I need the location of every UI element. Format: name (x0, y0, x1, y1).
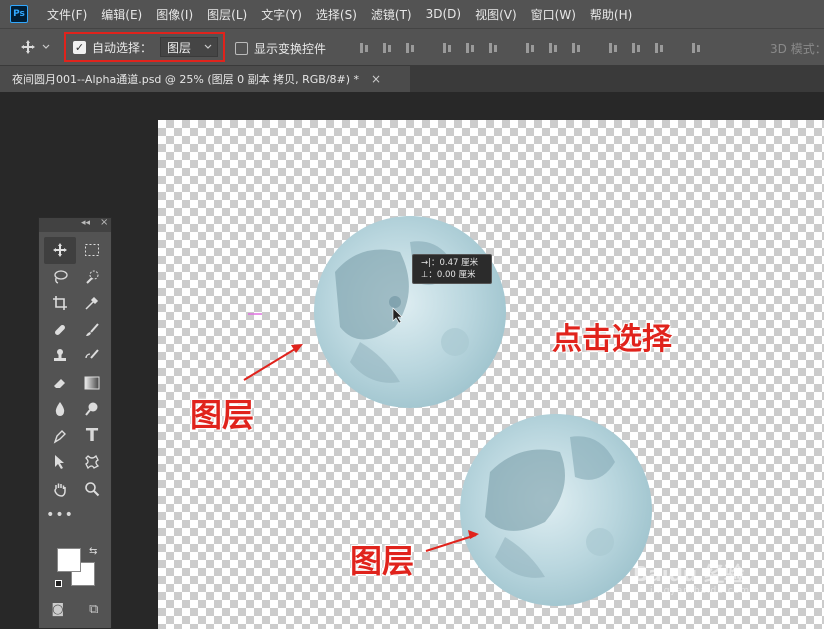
move-icon (21, 40, 35, 54)
distribute-vertical-center-icon[interactable] (547, 42, 559, 54)
moon-layer-2[interactable] (460, 414, 652, 606)
watermark: Baidu 经验 (633, 562, 745, 586)
move-info-tooltip: →|：0.47 厘米 ⊥：0.00 厘米 (412, 254, 492, 284)
align-bottom-icon[interactable] (404, 42, 416, 54)
auto-align-layers-icon[interactable] (690, 42, 702, 54)
dy-value: 0.00 厘米 (436, 270, 476, 280)
auto-select-checkbox[interactable]: ✓ (73, 40, 86, 54)
arrow-annotation-1 (243, 344, 303, 381)
menu-layer[interactable]: 图层(L) (200, 6, 254, 23)
align-distribute-group (358, 29, 713, 67)
distribute-top-icon[interactable] (524, 42, 536, 54)
document-tab-title: 夜间圆月001--Alpha通道.psd @ 25% (图层 0 副本 拷贝, … (12, 73, 360, 86)
show-transform-label: 显示变换控件 (254, 41, 327, 56)
workspace: ◂◂ × T ••• ⇆ ◙ ⧉ →|：0.47 厘米 ⊥：0.00 厘米 点击… (0, 92, 824, 629)
auto-select-label: 自动选择： (92, 40, 153, 55)
menu-bar: Ps 文件(F) 编辑(E) 图像(I) 图层(L) 文字(Y) 选择(S) 滤… (0, 0, 824, 28)
menu-view[interactable]: 视图(V) (468, 6, 524, 23)
options-bar: ✓ 自动选择： 图层 显示变换控件 3D 模式： (0, 28, 824, 66)
show-transform-controls: 显示变换控件 (235, 29, 326, 67)
menu-help[interactable]: 帮助(H) (583, 6, 639, 23)
dx-label: →|： (421, 258, 440, 268)
distribute-right-icon[interactable] (653, 42, 665, 54)
menu-image[interactable]: 图像(I) (149, 6, 200, 23)
align-top-icon[interactable] (358, 42, 370, 54)
click-select-annotation: 点击选择 (552, 322, 672, 357)
3d-mode-label: 3D 模式： (770, 41, 824, 56)
show-transform-checkbox[interactable] (235, 41, 248, 55)
menu-edit[interactable]: 编辑(E) (94, 6, 149, 23)
chevron-down-icon (204, 44, 212, 49)
align-horizontal-center-icon[interactable] (464, 42, 476, 54)
distribute-bottom-icon[interactable] (570, 42, 582, 54)
auto-select-target-dropdown[interactable]: 图层 (160, 37, 219, 57)
menu-window[interactable]: 窗口(W) (524, 6, 583, 23)
close-icon[interactable]: × (371, 72, 381, 86)
align-right-icon[interactable] (487, 42, 499, 54)
layer-annotation-1: 图层 (190, 396, 255, 434)
photoshop-logo: Ps (10, 5, 28, 23)
chevron-down-icon (42, 44, 50, 49)
menu-type[interactable]: 文字(Y) (254, 6, 309, 23)
document-tab-bar: 夜间圆月001--Alpha通道.psd @ 25% (图层 0 副本 拷贝, … (0, 66, 824, 92)
auto-select-group: ✓ 自动选择： 图层 (64, 32, 225, 62)
align-vertical-center-icon[interactable] (381, 42, 393, 54)
menu-select[interactable]: 选择(S) (309, 6, 364, 23)
document-tab[interactable]: 夜间圆月001--Alpha通道.psd @ 25% (图层 0 副本 拷贝, … (0, 66, 410, 92)
menu-file[interactable]: 文件(F) (40, 6, 94, 23)
menu-3d[interactable]: 3D(D) (419, 7, 468, 21)
menu-filter[interactable]: 滤镜(T) (364, 6, 419, 23)
auto-select-target-value: 图层 (167, 40, 192, 55)
layer-annotation-2: 图层 (350, 542, 415, 580)
align-left-icon[interactable] (441, 42, 453, 54)
moon-layer-1[interactable] (314, 216, 506, 408)
distribute-left-icon[interactable] (607, 42, 619, 54)
tool-preset-picker[interactable] (20, 39, 51, 55)
distribute-horizontal-center-icon[interactable] (630, 42, 642, 54)
dy-label: ⊥： (421, 270, 437, 280)
watermark-url: jingyan.baidu.com (650, 586, 751, 596)
dx-value: 0.47 厘米 (439, 258, 479, 268)
